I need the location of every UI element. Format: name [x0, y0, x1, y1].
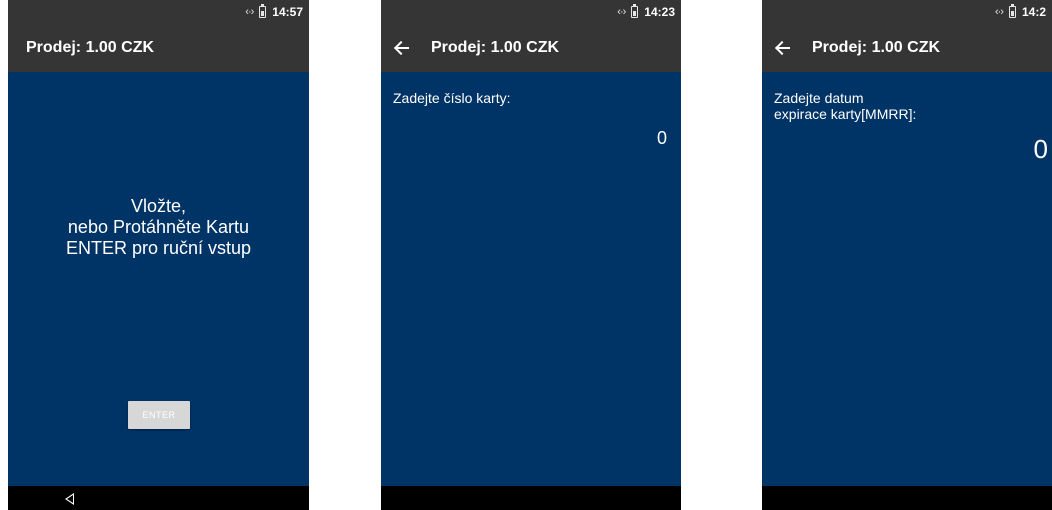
app-bar: Prodej: 1.00 CZK: [762, 24, 1052, 72]
sync-icon: ‹·›: [617, 6, 626, 18]
label-line: Zadejte číslo karty:: [393, 90, 511, 106]
app-bar: Prodej: 1.00 CZK: [381, 24, 681, 72]
battery-icon: [259, 4, 267, 18]
navigation-bar: [381, 486, 681, 510]
status-bar: ‹·› 14:2: [762, 0, 1052, 24]
message-line: nebo Protáhněte Kartu: [67, 217, 250, 237]
label-line: expirace karty[MMRR]:: [774, 106, 917, 122]
card-number-label: Zadejte číslo karty:: [393, 90, 511, 106]
status-time: 14:23: [644, 5, 675, 19]
status-time: 14:2: [1021, 5, 1046, 19]
card-expiry-screen: ‹·› 14:2 Prodej: 1.00 CZK Zadejte datum …: [762, 0, 1052, 510]
sync-icon: ‹·›: [245, 6, 254, 18]
card-prompt-message: Vložte, nebo Protáhněte Kartu ENTER pro …: [8, 196, 309, 259]
label-line: Zadejte datum: [774, 90, 864, 106]
expiry-date-input[interactable]: 0: [1034, 134, 1048, 165]
message-line: ENTER pro ruční vstup: [65, 238, 252, 258]
content-area: Zadejte datum expirace karty[MMRR]: 0: [762, 72, 1052, 486]
navigation-bar: [762, 486, 1052, 510]
sync-icon: ‹·›: [994, 6, 1004, 18]
page-title: Prodej: 1.00 CZK: [431, 39, 560, 56]
card-number-input[interactable]: 0: [657, 128, 667, 149]
expiry-date-label: Zadejte datum expirace karty[MMRR]:: [774, 90, 916, 122]
battery-icon: [631, 4, 639, 18]
nav-back-icon[interactable]: [65, 493, 74, 505]
enter-button[interactable]: ENTER: [128, 401, 190, 429]
back-arrow-icon[interactable]: [391, 36, 415, 60]
page-title: Prodej: 1.00 CZK: [26, 39, 155, 56]
navigation-bar: [8, 486, 309, 510]
card-number-screen: ‹·› 14:23 Prodej: 1.00 CZK Zadejte číslo…: [381, 0, 681, 510]
content-area: Zadejte číslo karty: 0: [381, 72, 681, 486]
status-time: 14:57: [272, 5, 303, 19]
status-icons: ‹·› 14:57: [245, 4, 303, 19]
app-bar: Prodej: 1.00 CZK: [8, 24, 309, 72]
status-icons: ‹·› 14:2: [994, 4, 1046, 19]
page-title: Prodej: 1.00 CZK: [812, 39, 941, 56]
back-arrow-icon[interactable]: [772, 36, 796, 60]
status-bar: ‹·› 14:57: [8, 0, 309, 24]
card-prompt-screen: ‹·› 14:57 Prodej: 1.00 CZK Vložte, nebo …: [8, 0, 309, 510]
content-area: Vložte, nebo Protáhněte Kartu ENTER pro …: [8, 72, 309, 486]
battery-icon: [1008, 4, 1016, 18]
status-bar: ‹·› 14:23: [381, 0, 681, 24]
message-line: Vložte,: [130, 196, 187, 216]
status-icons: ‹·› 14:23: [617, 4, 675, 19]
